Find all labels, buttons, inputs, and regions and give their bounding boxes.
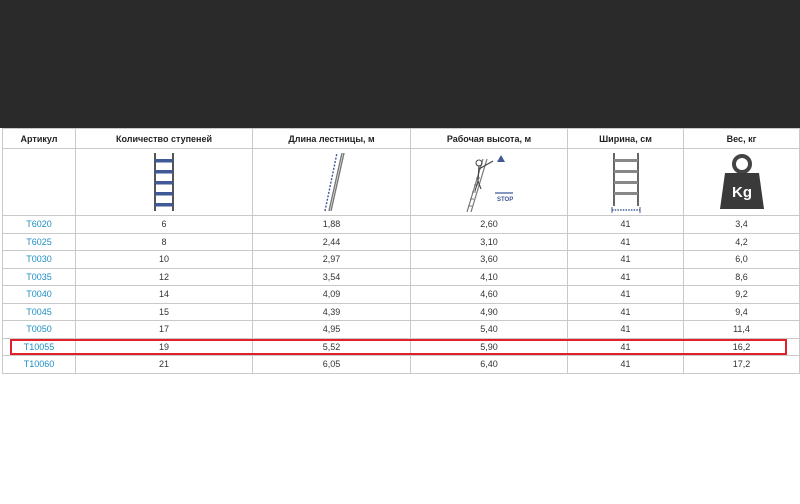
header-length: Длина лестницы, м — [252, 128, 411, 149]
cell-weight: 9,4 — [683, 302, 800, 321]
cell-width: 41 — [567, 215, 684, 234]
table-row: T0040 14 4,09 4,60 41 9,2 — [2, 285, 800, 304]
cell-length: 5,52 — [252, 337, 411, 356]
weight-icon: Kg — [684, 151, 799, 213]
cell-weight: 17,2 — [683, 355, 800, 374]
cell-length: 4,09 — [252, 285, 411, 304]
header-sku: Артикул — [2, 128, 76, 149]
icon-cell-length — [252, 148, 411, 216]
cell-width: 41 — [567, 355, 684, 374]
cell-width: 41 — [567, 285, 684, 304]
cell-width: 41 — [567, 320, 684, 339]
table-row: T6020 6 1,88 2,60 41 3,4 — [2, 215, 800, 234]
cell-length: 2,44 — [252, 232, 411, 251]
cell-weight: 3,4 — [683, 215, 800, 234]
cell-steps: 19 — [75, 337, 253, 356]
sku-link[interactable]: T0050 — [2, 320, 76, 339]
ladder-width-icon — [568, 151, 683, 213]
cell-weight: 11,4 — [683, 320, 800, 339]
cell-steps: 12 — [75, 267, 253, 286]
product-spec-table: Артикул Количество ступеней Длина лестни… — [2, 128, 800, 374]
icon-cell-weight: Kg — [683, 148, 800, 216]
cell-width: 41 — [567, 267, 684, 286]
table-row: T0050 17 4,95 5,40 41 11,4 — [2, 320, 800, 339]
sku-link[interactable]: T0035 — [2, 267, 76, 286]
cell-steps: 15 — [75, 302, 253, 321]
icon-cell-steps — [75, 148, 253, 216]
sku-link[interactable]: T0030 — [2, 250, 76, 269]
working-height-icon: STOP — [411, 151, 567, 213]
cell-work-height: 5,40 — [410, 320, 568, 339]
icon-cell-empty — [2, 148, 76, 216]
cell-work-height: 2,60 — [410, 215, 568, 234]
table-row: T0030 10 2,97 3,60 41 6,0 — [2, 250, 800, 269]
header-weight: Вес, кг — [683, 128, 800, 149]
cell-weight: 4,2 — [683, 232, 800, 251]
cell-length: 3,54 — [252, 267, 411, 286]
cell-steps: 21 — [75, 355, 253, 374]
top-dark-banner — [0, 0, 800, 128]
cell-work-height: 5,90 — [410, 337, 568, 356]
header-steps: Количество ступеней — [75, 128, 253, 149]
cell-width: 41 — [567, 232, 684, 251]
cell-length: 4,95 — [252, 320, 411, 339]
icon-cell-work-height: STOP — [410, 148, 568, 216]
sku-link[interactable]: T6020 — [2, 215, 76, 234]
icon-row: STOP Kg — [2, 148, 800, 216]
cell-weight: 8,6 — [683, 267, 800, 286]
table-row: T10060 21 6,05 6,40 41 17,2 — [2, 355, 800, 374]
cell-work-height: 4,10 — [410, 267, 568, 286]
cell-steps: 17 — [75, 320, 253, 339]
icon-cell-width — [567, 148, 684, 216]
cell-steps: 8 — [75, 232, 253, 251]
cell-work-height: 3,10 — [410, 232, 568, 251]
cell-length: 4,39 — [252, 302, 411, 321]
sku-link[interactable]: T0040 — [2, 285, 76, 304]
header-work-height: Рабочая высота, м — [410, 128, 568, 149]
header-width: Ширина, см — [567, 128, 684, 149]
product-table-container: Артикул Количество ступеней Длина лестни… — [2, 128, 800, 374]
cell-steps: 10 — [75, 250, 253, 269]
sku-link[interactable]: T6025 — [2, 232, 76, 251]
table-row: T0045 15 4,39 4,90 41 9,4 — [2, 302, 800, 321]
sku-link[interactable]: T10060 — [2, 355, 76, 374]
cell-work-height: 4,60 — [410, 285, 568, 304]
cell-width: 41 — [567, 337, 684, 356]
cell-weight: 6,0 — [683, 250, 800, 269]
sku-link[interactable]: T0045 — [2, 302, 76, 321]
table-row: T10055 19 5,52 5,90 41 16,2 — [2, 337, 800, 356]
ladder-steps-icon — [76, 151, 252, 213]
cell-steps: 6 — [75, 215, 253, 234]
stop-label: STOP — [497, 197, 513, 203]
cell-length: 6,05 — [252, 355, 411, 374]
cell-width: 41 — [567, 302, 684, 321]
cell-work-height: 6,40 — [410, 355, 568, 374]
table-row: T0035 12 3,54 4,10 41 8,6 — [2, 267, 800, 286]
cell-length: 1,88 — [252, 215, 411, 234]
sku-link[interactable]: T10055 — [2, 337, 76, 356]
table-row: T6025 8 2,44 3,10 41 4,2 — [2, 232, 800, 251]
cell-work-height: 4,90 — [410, 302, 568, 321]
cell-weight: 9,2 — [683, 285, 800, 304]
cell-steps: 14 — [75, 285, 253, 304]
weight-icon-label: Kg — [732, 184, 752, 201]
ladder-length-icon — [253, 151, 410, 213]
cell-weight: 16,2 — [683, 337, 800, 356]
table-header-row: Артикул Количество ступеней Длина лестни… — [2, 128, 800, 149]
cell-width: 41 — [567, 250, 684, 269]
cell-work-height: 3,60 — [410, 250, 568, 269]
cell-length: 2,97 — [252, 250, 411, 269]
